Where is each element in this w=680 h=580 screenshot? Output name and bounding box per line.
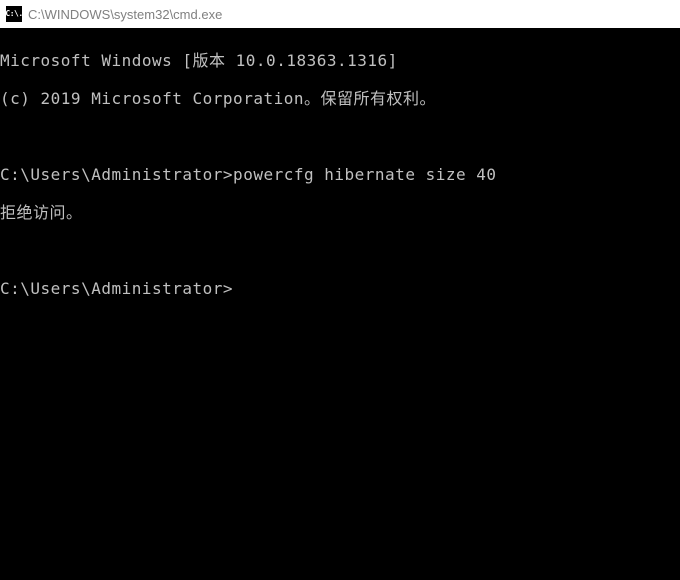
cmd-icon: C:\. — [6, 6, 22, 22]
window-title: C:\WINDOWS\system32\cmd.exe — [28, 7, 222, 22]
window-titlebar[interactable]: C:\. C:\WINDOWS\system32\cmd.exe — [0, 0, 680, 28]
terminal-line: Microsoft Windows [版本 10.0.18363.1316] — [0, 51, 680, 70]
terminal-line: C:\Users\Administrator>powercfg hibernat… — [0, 165, 680, 184]
terminal-line: (c) 2019 Microsoft Corporation。保留所有权利。 — [0, 89, 680, 108]
terminal-line: 拒绝访问。 — [0, 203, 680, 222]
terminal-prompt[interactable]: C:\Users\Administrator> — [0, 279, 680, 298]
cmd-icon-text: C:\. — [5, 10, 22, 18]
terminal-line — [0, 241, 680, 260]
terminal-line — [0, 127, 680, 146]
terminal-output[interactable]: Microsoft Windows [版本 10.0.18363.1316] (… — [0, 28, 680, 580]
